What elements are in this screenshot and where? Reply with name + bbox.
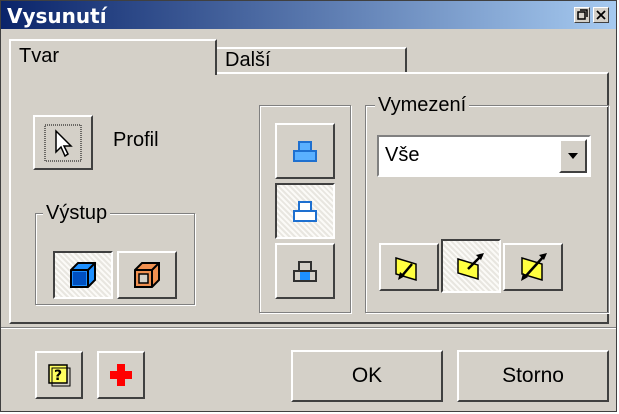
restore-icon [577,9,588,20]
cut-button[interactable] [275,183,335,239]
direction-one-button[interactable] [379,243,439,291]
cut-icon [293,201,317,222]
solid-output-icon [70,262,96,288]
profile-select-button[interactable] [33,115,93,170]
symmetric-button[interactable] [503,243,563,291]
intersect-icon [293,261,317,282]
title-bar[interactable]: Vysunutí [1,1,616,29]
help-icon: ? [48,364,71,387]
surface-output-icon [134,262,160,288]
plus-icon [110,364,132,386]
ok-label: OK [351,364,383,387]
svg-text:?: ? [54,368,62,384]
extrude-dialog: Vysunutí Tvar Další Profil Výstup Vymeze… [0,0,617,412]
storno-button[interactable]: Storno [457,350,609,402]
close-icon [596,10,606,20]
cursor-arrow-icon [44,124,82,161]
tab-tvar-label: Tvar [19,45,59,67]
tab-tvar[interactable]: Tvar [9,39,217,75]
window-title: Vysunutí [7,4,107,28]
profile-label: Profil [113,129,159,151]
extents-group-label: Vymezení [375,94,470,117]
extents-dropdown-arrow[interactable] [559,139,587,173]
storno-label: Storno [502,364,564,387]
restore-button[interactable] [574,7,590,23]
close-button[interactable] [593,7,609,23]
direction-two-icon [457,253,484,281]
chevron-down-icon [568,153,578,159]
help-button[interactable]: ? [35,351,83,399]
tab-dalsi[interactable]: Další [215,47,407,73]
solid-output-button[interactable] [53,251,113,299]
ok-button[interactable]: OK [291,350,443,402]
symmetric-icon [521,253,547,282]
add-button[interactable] [97,351,145,399]
surface-output-button[interactable] [117,251,177,299]
direction-one-icon [395,256,417,282]
tab-dalsi-label: Další [225,49,271,71]
intersect-button[interactable] [275,243,335,299]
direction-two-button[interactable] [441,239,501,293]
output-group-label: Výstup [43,202,111,225]
footer-divider [1,327,616,329]
join-icon [293,141,317,162]
join-button[interactable] [275,123,335,179]
extents-dropdown[interactable]: Vše [377,135,591,177]
extents-dropdown-value: Vše [385,144,420,166]
